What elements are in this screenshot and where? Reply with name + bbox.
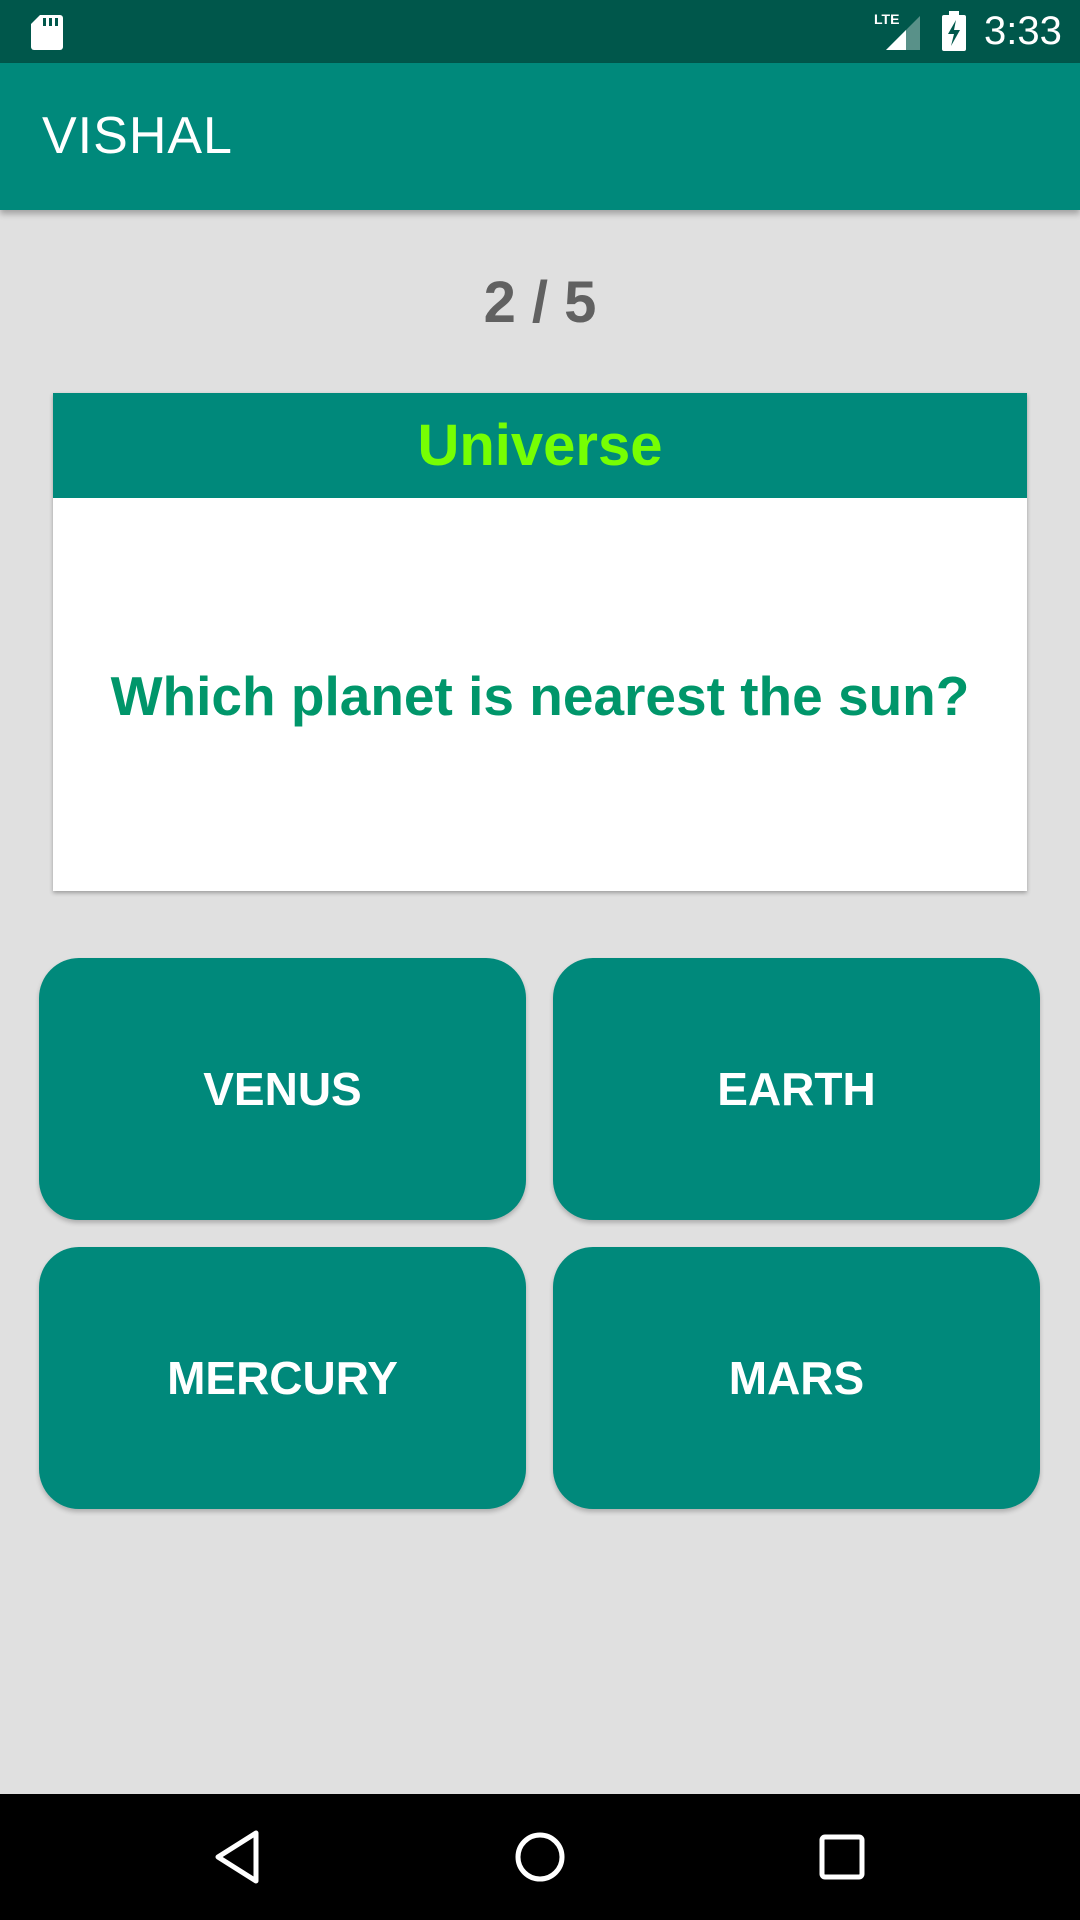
back-icon[interactable] xyxy=(208,1827,268,1887)
answer-button-mars[interactable]: MARS xyxy=(553,1247,1040,1509)
answer-button-venus[interactable]: VENUS xyxy=(39,958,526,1220)
svg-text:LTE: LTE xyxy=(874,11,899,27)
navigation-bar xyxy=(0,1794,1080,1920)
status-bar: LTE 3:33 xyxy=(0,0,1080,63)
status-time: 3:33 xyxy=(984,9,1062,53)
answer-button-earth[interactable]: EARTH xyxy=(553,958,1040,1220)
recents-icon[interactable] xyxy=(812,1827,872,1887)
category-header: Universe xyxy=(53,393,1027,498)
app-title: VISHAL xyxy=(42,107,233,165)
sd-card-icon xyxy=(31,15,63,50)
lte-signal-icon: LTE xyxy=(874,11,920,50)
answer-button-mercury[interactable]: MERCURY xyxy=(39,1247,526,1509)
home-icon[interactable] xyxy=(510,1827,570,1887)
category-label: Universe xyxy=(417,413,663,478)
question-text: Which planet is nearest the sun? xyxy=(110,665,970,727)
battery-charging-icon xyxy=(942,11,966,51)
question-progress: 2 / 5 xyxy=(483,270,597,335)
question-card: Universe Which planet is nearest the sun… xyxy=(53,393,1027,891)
app-bar: VISHAL xyxy=(0,63,1080,210)
